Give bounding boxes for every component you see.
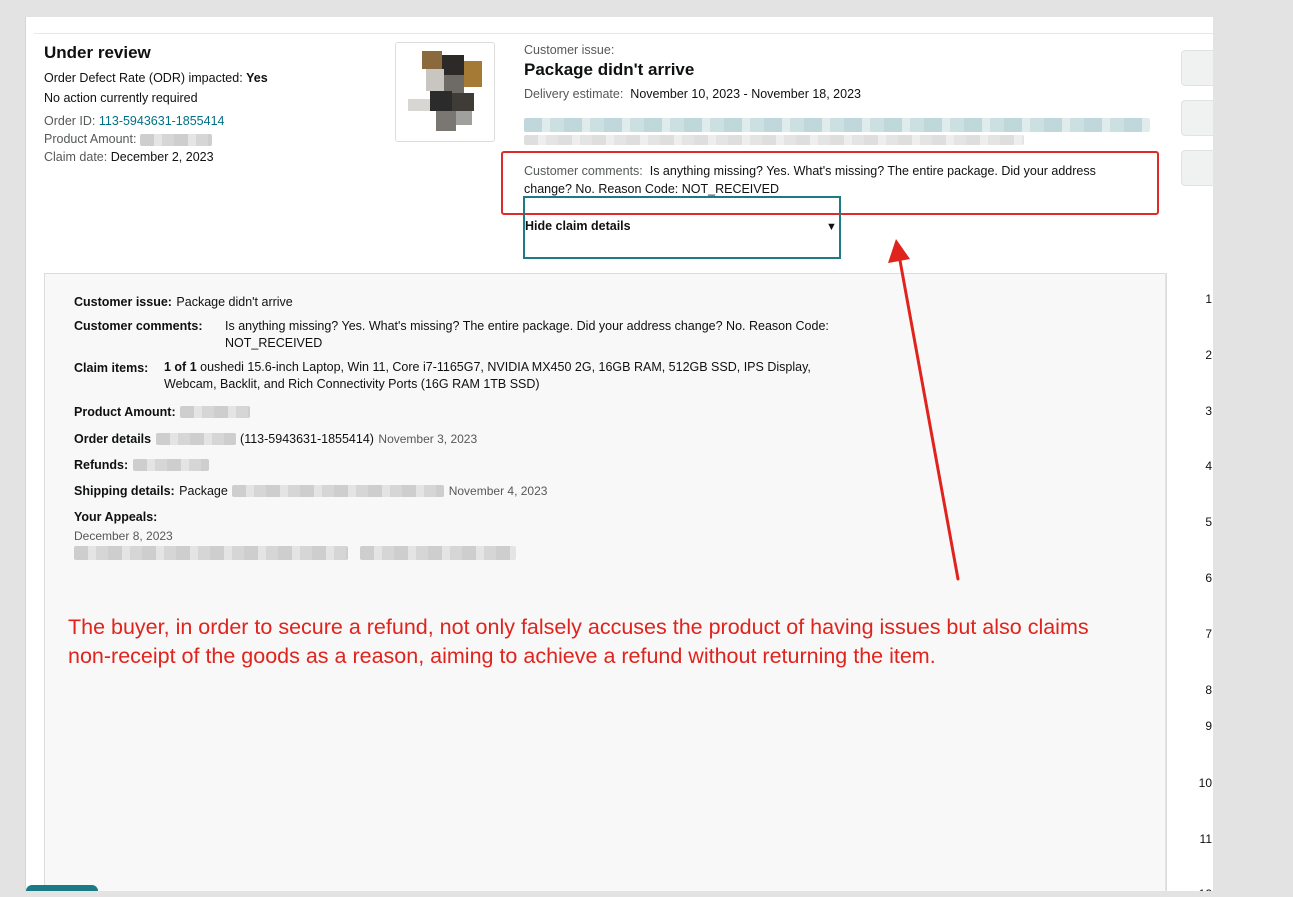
claim-date-label: Claim date: [44,150,108,164]
panel-divider [1165,273,1166,891]
thumb-pixel [436,111,456,131]
detail-order-link[interactable]: (113-5943631-1855414) [240,432,374,446]
redacted-product-title-line2 [524,135,1024,145]
order-id-label: Order ID: [44,114,96,128]
redacted-refund [132,458,209,471]
arrow-head [888,239,910,263]
detail-comments-label: Customer comments: [74,319,203,333]
detail-items-count: 1 of 1 [164,360,197,374]
row-number: 9 [1205,719,1212,733]
order-id-row: Order ID: 113-5943631-1855414 [44,114,224,128]
detail-comments-line2: NOT_RECEIVED [225,336,323,350]
annotation-line2: non-receipt of the goods as a reason, ai… [68,644,936,668]
comments-label: Customer comments: [524,164,643,178]
detail-items-value: 1 of 1 oushedi 15.6-inch Laptop, Win 11,… [164,359,811,393]
detail-order-date: November 3, 2023 [378,432,478,446]
annotation-line1: The buyer, in order to secure a refund, … [68,615,1089,639]
detail-issue-value: Package didn't arrive [176,295,293,309]
row-number: 1 [1205,292,1212,306]
detail-order-id[interactable]: 113-5943631-1855414 [244,432,370,446]
redacted-amount [139,133,212,146]
thumb-pixel [452,93,474,111]
delivery-label: Delivery estimate: [524,87,624,101]
hide-claim-details-label[interactable]: Hide claim details [525,219,631,233]
delivery-estimate: Delivery estimate: November 10, 2023 - N… [524,87,861,101]
detail-items-label: Claim items: [74,361,149,375]
row-number: 6 [1205,571,1212,585]
detail-issue-label: Customer issue: [74,295,172,309]
product-amount-label: Product Amount: [44,132,137,146]
thumb-pixel [464,61,482,87]
thumb-pixel [422,51,442,69]
detail-refunds-row: Refunds: [74,456,209,474]
detail-shipping-label: Shipping details: [74,484,175,498]
detail-issue-row: Customer issue: Package didn't arrive [74,293,293,311]
detail-shipping-row: Shipping details: Package November 4, 20… [74,482,547,500]
detail-amount-label: Product Amount: [74,405,176,419]
action-button-3[interactable] [1181,150,1213,186]
detail-appeal-date: December 8, 2023 [74,529,173,543]
redacted-detail-amount [180,405,251,418]
claim-date-value: December 2, 2023 [110,150,214,164]
detail-items-line1: oushedi 15.6-inch Laptop, Win 11, Core i… [200,360,811,374]
bottom-tab[interactable] [26,885,98,891]
odr-impact: Order Defect Rate (ODR) impacted: Yes [44,71,268,85]
thumb-pixel [426,69,444,91]
row-number: 3 [1205,404,1212,418]
row-number: 12 [1198,887,1212,891]
detail-items-line2: Webcam, Backlit, and Rich Connectivity P… [164,377,540,391]
redacted-appeal-text [74,546,348,560]
detail-comments-line1: Is anything missing? Yes. What's missing… [225,319,829,333]
redacted-product-title [524,118,1150,132]
detail-appeals-label: Your Appeals: [74,510,158,524]
thumb-pixel [456,111,472,125]
redacted-appeal-text-2 [360,546,516,560]
detail-amount-row: Product Amount: [74,403,251,421]
row-number: 8 [1205,683,1212,697]
detail-comments-value: Is anything missing? Yes. What's missing… [225,318,829,352]
order-id-link[interactable]: 113-5943631-1855414 [99,114,225,128]
row-number: 11 [1199,832,1212,846]
claim-status-title: Under review [44,43,151,62]
detail-order-label: Order details [74,432,152,446]
thumb-pixel [430,91,452,111]
thumb-pixel [442,55,464,75]
thumb-pixel [408,99,430,111]
row-number: 4 [1205,459,1212,473]
caret-down-icon[interactable]: ▼ [826,221,837,233]
redacted-tracking [232,484,445,497]
customer-comments: Customer comments: Is anything missing? … [524,162,1134,198]
product-amount-row: Product Amount: [44,132,212,146]
claim-date-row: Claim date: December 2, 2023 [44,150,214,164]
action-status: No action currently required [44,91,198,105]
detail-shipping-prefix: Package [179,484,228,498]
action-button-1[interactable] [1181,50,1213,86]
redacted-order-amount [155,432,236,445]
action-button-2[interactable] [1181,100,1213,136]
delivery-value: November 10, 2023 - November 18, 2023 [630,87,861,101]
customer-issue-label: Customer issue: [524,43,615,57]
product-thumbnail[interactable] [395,42,495,142]
detail-shipping-date: November 4, 2023 [448,484,548,498]
odr-value: Yes [246,71,268,85]
odr-label: Order Defect Rate (ODR) impacted: [44,71,243,85]
annotation-text: The buyer, in order to secure a refund, … [68,613,1168,671]
row-number: 2 [1205,348,1212,362]
claim-card: Under review Order Defect Rate (ODR) imp… [25,17,1213,891]
detail-order-row: Order details (113-5943631-1855414) Nove… [74,430,477,448]
top-divider [34,33,1213,34]
customer-issue-title: Package didn't arrive [524,60,695,79]
row-number: 7 [1205,627,1212,641]
detail-refunds-label: Refunds: [74,458,129,472]
row-number: 5 [1205,515,1212,529]
row-number: 10 [1198,776,1212,790]
